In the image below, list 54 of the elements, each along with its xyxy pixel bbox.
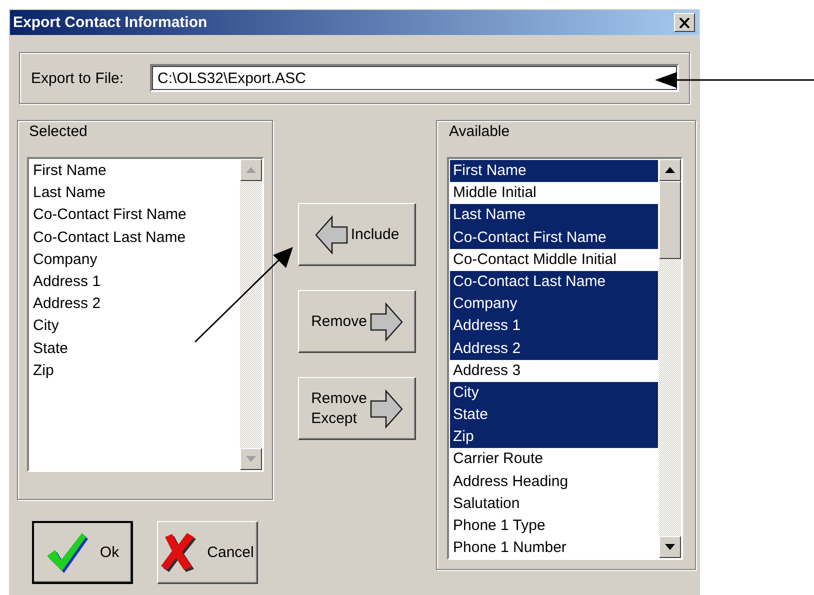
close-icon xyxy=(679,18,690,28)
group-label: Available xyxy=(448,122,511,142)
scroll-down-button[interactable] xyxy=(240,448,262,470)
list-item[interactable]: Co-Contact First Name xyxy=(30,204,239,227)
cancel-button[interactable]: Cancel xyxy=(157,521,258,584)
list-item[interactable]: City xyxy=(30,315,239,338)
list-item[interactable]: Company xyxy=(450,293,658,316)
down-arrow-icon xyxy=(246,456,256,462)
list-item[interactable]: Carrier Route xyxy=(450,448,658,471)
list-item[interactable]: Phone 1 Type xyxy=(450,515,658,538)
list-item[interactable]: Address 1 xyxy=(450,315,658,338)
list-item[interactable]: Co-Contact Middle Initial xyxy=(450,248,658,271)
list-item[interactable]: Address 2 xyxy=(450,338,658,360)
file-path-field[interactable]: C:\OLS32\Export.ASC xyxy=(150,64,679,92)
list-item[interactable]: Last Name xyxy=(30,182,239,204)
list-item[interactable]: City xyxy=(450,382,658,404)
list-item[interactable]: Middle Initial xyxy=(450,182,658,204)
list-item[interactable]: State xyxy=(30,338,239,360)
scroll-down-button[interactable] xyxy=(659,536,681,558)
scroll-up-button[interactable] xyxy=(659,159,681,181)
right-arrow-icon xyxy=(368,388,403,428)
ok-button[interactable]: Ok xyxy=(32,521,133,584)
x-mark-icon xyxy=(161,532,198,572)
list-item[interactable]: First Name xyxy=(450,160,658,182)
scroll-up-button[interactable] xyxy=(240,159,262,181)
field-label: Export to File: xyxy=(31,70,124,86)
list-item[interactable]: Company xyxy=(30,248,239,271)
list-item[interactable]: Salutation xyxy=(450,492,658,515)
up-arrow-icon xyxy=(665,167,675,173)
window-title: Export Contact Information xyxy=(13,14,208,31)
transfer-button[interactable]: Remove Except xyxy=(298,377,416,440)
list-item[interactable]: Zip xyxy=(30,360,239,382)
list-item[interactable]: Zip xyxy=(450,426,658,448)
list-item[interactable]: Address Heading xyxy=(450,470,658,493)
transfer-button[interactable]: Include xyxy=(298,203,416,266)
scroll-thumb[interactable] xyxy=(659,181,681,259)
list-item[interactable]: Co-Contact First Name xyxy=(450,226,658,249)
list-item[interactable]: Last Name xyxy=(450,204,658,227)
down-arrow-icon xyxy=(665,544,675,550)
group-label: Selected xyxy=(28,122,88,142)
list-item[interactable]: Co-Contact Last Name xyxy=(30,226,239,249)
checkmark-icon xyxy=(46,532,90,574)
list-item[interactable]: Address 1 xyxy=(30,270,239,294)
list-item[interactable]: Co-Contact Last Name xyxy=(450,270,658,294)
left-arrow-icon xyxy=(314,214,349,254)
transfer-button[interactable]: Remove xyxy=(298,290,416,353)
list-item[interactable]: Address 2 xyxy=(30,293,239,316)
list-item[interactable]: Phone 1 Number xyxy=(450,537,658,558)
up-arrow-icon xyxy=(246,167,256,173)
list-item[interactable]: State xyxy=(450,404,658,426)
list-item[interactable]: First Name xyxy=(30,160,239,182)
list-item[interactable]: Address 3 xyxy=(450,360,658,382)
close-button[interactable] xyxy=(674,13,695,32)
right-arrow-icon xyxy=(368,302,403,342)
